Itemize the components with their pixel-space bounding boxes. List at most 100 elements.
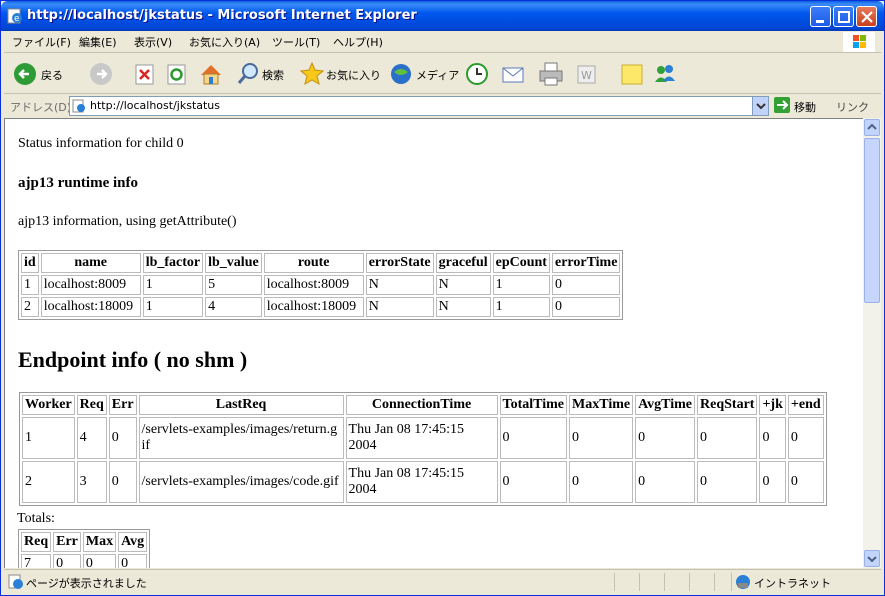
table-cell: localhost:18009 bbox=[263, 297, 364, 317]
table-cell: 0 bbox=[759, 417, 786, 459]
page-done-icon bbox=[8, 574, 23, 589]
runtime-description: ajp13 information, using getAttribute() bbox=[18, 214, 237, 229]
column-header: lb_value bbox=[205, 253, 262, 273]
runtime-table-header: id name lb_factor lb_value route errorSt… bbox=[21, 253, 621, 273]
menu-tools[interactable]: ツール(T) bbox=[272, 34, 320, 50]
svg-text:W: W bbox=[581, 69, 592, 82]
table-cell: 0 bbox=[499, 417, 568, 459]
column-header: Worker bbox=[22, 395, 75, 415]
search-icon[interactable] bbox=[236, 60, 260, 88]
table-row: 7 0 0 0 bbox=[21, 554, 148, 568]
vertical-scrollbar[interactable] bbox=[863, 118, 881, 568]
go-arrow-icon[interactable] bbox=[774, 97, 790, 113]
table-cell: 0 bbox=[787, 417, 824, 459]
search-button-label[interactable]: 検索 bbox=[262, 67, 284, 83]
table-cell: 4 bbox=[205, 297, 262, 317]
table-cell: 1 bbox=[492, 275, 550, 295]
scroll-down-button[interactable] bbox=[864, 550, 880, 567]
table-row: 1 4 0 /servlets-examples/images/return.g… bbox=[22, 417, 824, 459]
totals-table: Req Err Max Avg 7 0 0 0 bbox=[18, 529, 151, 568]
table-cell: 0 bbox=[759, 461, 786, 503]
forward-arrow-icon[interactable] bbox=[88, 60, 114, 88]
table-cell: /servlets-examples/images/code.gif bbox=[138, 461, 344, 503]
mail-icon[interactable] bbox=[501, 60, 529, 88]
security-zone: イントラネット bbox=[754, 577, 831, 590]
endpoint-table-header: Worker Req Err LastReq ConnectionTime To… bbox=[22, 395, 824, 415]
column-header: id bbox=[21, 253, 39, 273]
window-title: http://localhost/jkstatus - Microsoft In… bbox=[27, 8, 417, 23]
table-cell: 1 bbox=[142, 297, 204, 317]
menu-view[interactable]: 表示(V) bbox=[134, 34, 172, 50]
browser-window: e http://localhost/jkstatus - Microsoft … bbox=[0, 0, 885, 596]
column-header: Err bbox=[53, 532, 81, 552]
address-input[interactable]: http://localhost/jkstatus bbox=[69, 96, 769, 116]
totals-table-header: Req Err Max Avg bbox=[21, 532, 148, 552]
table-cell: 1 bbox=[21, 275, 39, 295]
table-cell: 7 bbox=[21, 554, 52, 568]
table-cell: 0 bbox=[697, 417, 758, 459]
table-cell: 0 bbox=[569, 461, 634, 503]
table-cell: N bbox=[435, 297, 491, 317]
menu-help[interactable]: ヘルプ(H) bbox=[333, 34, 383, 50]
home-icon[interactable] bbox=[198, 60, 224, 88]
media-button-label[interactable]: メディア bbox=[416, 67, 459, 83]
table-cell: localhost:18009 bbox=[40, 297, 141, 317]
endpoint-table: Worker Req Err LastReq ConnectionTime To… bbox=[19, 392, 827, 506]
table-cell: N bbox=[435, 275, 491, 295]
table-cell: 0 bbox=[635, 461, 696, 503]
menu-bar: ファイル(F) 編集(E) 表示(V) お気に入り(A) ツール(T) ヘルプ(… bbox=[4, 31, 881, 53]
links-button[interactable]: リンク bbox=[836, 99, 869, 115]
chevron-up-icon bbox=[867, 123, 877, 130]
table-cell: 0 bbox=[551, 275, 621, 295]
maximize-icon bbox=[838, 11, 850, 23]
table-cell: 4 bbox=[76, 417, 107, 459]
table-cell: 0 bbox=[551, 297, 621, 317]
table-cell: N bbox=[365, 297, 434, 317]
refresh-icon[interactable] bbox=[166, 60, 188, 88]
note-icon[interactable] bbox=[620, 60, 644, 88]
go-button[interactable]: 移動 bbox=[794, 99, 816, 115]
table-cell: N bbox=[365, 275, 434, 295]
page-content: Status information for child 0 ajp13 run… bbox=[4, 118, 863, 568]
column-header: Avg bbox=[118, 532, 148, 552]
menu-favorites[interactable]: お気に入り(A) bbox=[189, 34, 260, 50]
column-header: route bbox=[263, 253, 364, 273]
menu-file[interactable]: ファイル(F) bbox=[12, 34, 71, 50]
column-header: graceful bbox=[435, 253, 491, 273]
totals-label: Totals: bbox=[17, 511, 55, 526]
column-header: Req bbox=[76, 395, 107, 415]
table-cell: Thu Jan 08 17:45:15 2004 bbox=[345, 417, 498, 459]
print-icon[interactable] bbox=[538, 60, 564, 88]
table-cell: 3 bbox=[76, 461, 107, 503]
ie-page-icon: e bbox=[7, 8, 22, 24]
table-cell: 0 bbox=[82, 554, 117, 568]
address-bar: アドレス(D) http://localhost/jkstatus 移動 リンク bbox=[4, 95, 881, 117]
back-arrow-icon[interactable] bbox=[12, 60, 38, 88]
back-button-label[interactable]: 戻る bbox=[41, 67, 63, 83]
favorites-star-icon[interactable] bbox=[300, 60, 324, 88]
maximize-button[interactable] bbox=[833, 6, 854, 27]
title-bar[interactable]: e http://localhost/jkstatus - Microsoft … bbox=[1, 1, 884, 31]
media-icon[interactable] bbox=[389, 60, 413, 88]
scroll-thumb[interactable] bbox=[864, 138, 880, 303]
column-header: epCount bbox=[492, 253, 550, 273]
minimize-button[interactable] bbox=[810, 6, 831, 27]
menu-edit[interactable]: 編集(E) bbox=[79, 34, 117, 50]
column-header: ConnectionTime bbox=[345, 395, 498, 415]
table-cell: 5 bbox=[205, 275, 262, 295]
table-cell: 1 bbox=[22, 417, 75, 459]
address-url[interactable]: http://localhost/jkstatus bbox=[90, 99, 220, 112]
column-header: Req bbox=[21, 532, 52, 552]
close-button[interactable] bbox=[856, 6, 877, 27]
history-icon[interactable] bbox=[464, 60, 490, 88]
table-cell: 0 bbox=[499, 461, 568, 503]
favorites-button-label[interactable]: お気に入り bbox=[326, 67, 381, 83]
scroll-up-button[interactable] bbox=[864, 119, 880, 136]
edit-word-icon[interactable]: W bbox=[576, 60, 598, 88]
stop-icon[interactable] bbox=[134, 60, 156, 88]
endpoint-heading: Endpoint info ( no shm ) bbox=[18, 347, 248, 372]
address-dropdown-button[interactable] bbox=[752, 97, 768, 115]
column-header: name bbox=[40, 253, 141, 273]
column-header: lb_factor bbox=[142, 253, 204, 273]
messenger-icon[interactable] bbox=[652, 60, 678, 88]
